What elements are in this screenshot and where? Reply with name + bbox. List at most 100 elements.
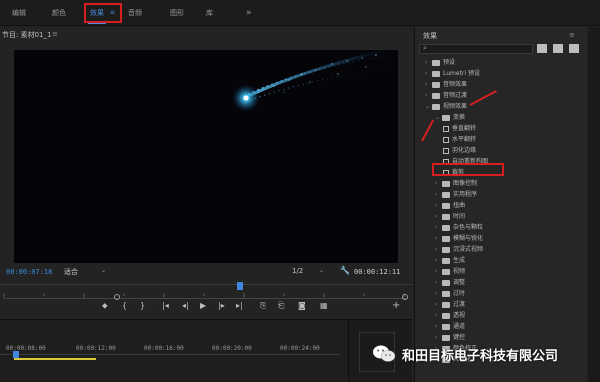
chevron-right-icon[interactable]: › (435, 178, 442, 189)
folder-icon (442, 235, 450, 242)
go-to-out-icon[interactable]: ▸| (236, 300, 243, 312)
zoom-scroll-bar[interactable] (4, 298, 408, 299)
effect-item[interactable]: 羽化边缘 (443, 145, 476, 156)
settings-wrench-icon[interactable]: 🔧 (340, 266, 350, 275)
chevron-right-icon[interactable]: › (425, 57, 432, 68)
workspace-overflow-icon[interactable]: » (246, 0, 252, 26)
effect-folder[interactable]: ⌄ 变换 (435, 112, 465, 123)
timeline-ruler[interactable] (0, 354, 340, 355)
chevron-right-icon[interactable]: › (435, 266, 442, 277)
effects-panel: 效果 ≡ ⌕ › 预设 › Lumetri 预设 › 音频效果 › 音频过渡 ⌄ 视频效果 ⌄ 变换垂… (414, 27, 586, 382)
chevron-right-icon[interactable]: › (435, 211, 442, 222)
chevron-down-icon[interactable]: ⌄ (435, 112, 442, 123)
effect-item-label: 音频过渡 (443, 92, 468, 99)
folder-icon (432, 59, 440, 66)
effect-folder[interactable]: › 过渡 (435, 299, 465, 310)
folder-icon (442, 334, 450, 341)
effect-folder[interactable]: › 音频效果 (425, 79, 467, 90)
playhead-timecode[interactable]: 00:00:07:18 (6, 268, 52, 276)
resolution-dropdown-value: 1/2 (292, 267, 304, 275)
program-monitor-menu-icon[interactable]: ≡ (52, 30, 58, 38)
monitor-playhead[interactable] (237, 282, 243, 290)
chevron-right-icon[interactable]: › (435, 288, 442, 299)
workspace-tab-audio[interactable]: 音频 (128, 0, 142, 26)
effect-folder[interactable]: › 杂色与颗粒 (435, 222, 483, 233)
marker-icon[interactable]: ⬥ (102, 300, 108, 312)
effect-item-label: 垂直翻转 (452, 125, 477, 132)
chevron-right-icon[interactable]: › (435, 321, 442, 332)
step-back-icon[interactable]: ◂| (182, 300, 189, 312)
accelerated-effects-icon[interactable] (537, 44, 547, 53)
effect-folder[interactable]: › 生成 (435, 255, 465, 266)
zoom-handle-left[interactable] (114, 294, 120, 300)
program-video-frame[interactable] (14, 50, 398, 263)
chevron-right-icon[interactable]: › (435, 277, 442, 288)
step-forward-icon[interactable]: |▸ (218, 300, 225, 312)
effects-scrollbar[interactable] (588, 27, 600, 382)
effect-folder[interactable]: › 调整 (435, 277, 465, 288)
chevron-down-icon[interactable]: ⌄ (425, 101, 432, 112)
32bit-effects-icon[interactable] (553, 44, 563, 53)
effects-panel-menu-icon[interactable]: ≡ (569, 31, 575, 39)
effects-panel-title[interactable]: 效果 (423, 31, 437, 41)
effects-search-input[interactable]: ⌕ (419, 44, 533, 54)
effect-item[interactable]: 垂直翻转 (443, 123, 476, 134)
comparison-view-icon[interactable]: ▦ (320, 300, 328, 312)
effect-folder[interactable]: › 扭曲 (435, 200, 465, 211)
work-area-bar[interactable] (14, 358, 96, 360)
chevron-right-icon[interactable]: › (435, 244, 442, 255)
chevron-right-icon[interactable]: › (435, 332, 442, 343)
chevron-right-icon[interactable]: › (425, 90, 432, 101)
folder-icon (432, 103, 440, 110)
effect-item[interactable]: 水平翻转 (443, 134, 476, 145)
effect-folder[interactable]: › 通道 (435, 321, 465, 332)
effect-folder[interactable]: › 沉浸式视频 (435, 244, 483, 255)
workspace-tab-color[interactable]: 颜色 (52, 0, 66, 26)
chevron-right-icon[interactable]: › (435, 310, 442, 321)
chevron-right-icon[interactable]: › (435, 200, 442, 211)
effect-folder[interactable]: › 图像控制 (435, 178, 477, 189)
effect-folder[interactable]: › 透视 (435, 310, 465, 321)
fit-dropdown[interactable]: 适合 ⌄ (64, 267, 108, 277)
chevron-right-icon[interactable]: › (425, 79, 432, 90)
effect-folder[interactable]: › 模糊与锐化 (435, 233, 483, 244)
effect-folder[interactable]: › 键控 (435, 332, 465, 343)
insert-icon[interactable]: ⎘ (260, 300, 266, 312)
effect-folder[interactable]: › 实用程序 (435, 189, 477, 200)
timeline-playhead[interactable] (13, 351, 19, 358)
effect-folder[interactable]: › 时间 (435, 211, 465, 222)
effect-icon (443, 136, 449, 143)
workspace-tab-edit[interactable]: 编辑 (12, 0, 26, 26)
effect-folder[interactable]: › Lumetri 预设 (425, 68, 480, 79)
folder-icon (442, 323, 450, 330)
out-point-icon[interactable]: } (140, 300, 145, 312)
in-point-icon[interactable]: { (122, 300, 127, 312)
resolution-dropdown[interactable]: 1/2 ⌄ (292, 267, 324, 277)
overwrite-icon[interactable]: ⎗ (278, 300, 284, 312)
effect-folder[interactable]: › 过时 (435, 288, 465, 299)
effect-item-label: 视频 (453, 268, 466, 275)
program-monitor-title[interactable]: 节目: 素材01_1 (2, 30, 51, 40)
folder-icon (432, 81, 440, 88)
workspace-tab-libraries[interactable]: 库 (206, 0, 213, 26)
export-frame-icon[interactable]: ◙ (298, 300, 306, 312)
chevron-right-icon[interactable]: › (435, 222, 442, 233)
chevron-right-icon[interactable]: › (435, 255, 442, 266)
play-icon[interactable]: ▶ (200, 300, 206, 312)
zoom-handle-right[interactable] (402, 294, 408, 300)
go-to-in-icon[interactable]: |◂ (162, 300, 169, 312)
add-button-icon[interactable]: + (392, 300, 400, 312)
yuv-effects-icon[interactable] (569, 44, 579, 53)
effect-item-label: 透视 (453, 312, 466, 319)
chevron-right-icon[interactable]: › (435, 189, 442, 200)
chevron-right-icon[interactable]: › (435, 299, 442, 310)
effect-item-label: 图像控制 (453, 180, 478, 187)
monitor-time-ruler[interactable] (0, 284, 412, 298)
effect-folder[interactable]: › 音频过渡 (425, 90, 467, 101)
chevron-right-icon[interactable]: › (435, 233, 442, 244)
effect-folder[interactable]: ⌄ 视频效果 (425, 101, 467, 112)
effect-folder[interactable]: › 视频 (435, 266, 465, 277)
workspace-tab-graphics[interactable]: 图形 (170, 0, 184, 26)
chevron-right-icon[interactable]: › (425, 68, 432, 79)
effect-folder[interactable]: › 预设 (425, 57, 455, 68)
